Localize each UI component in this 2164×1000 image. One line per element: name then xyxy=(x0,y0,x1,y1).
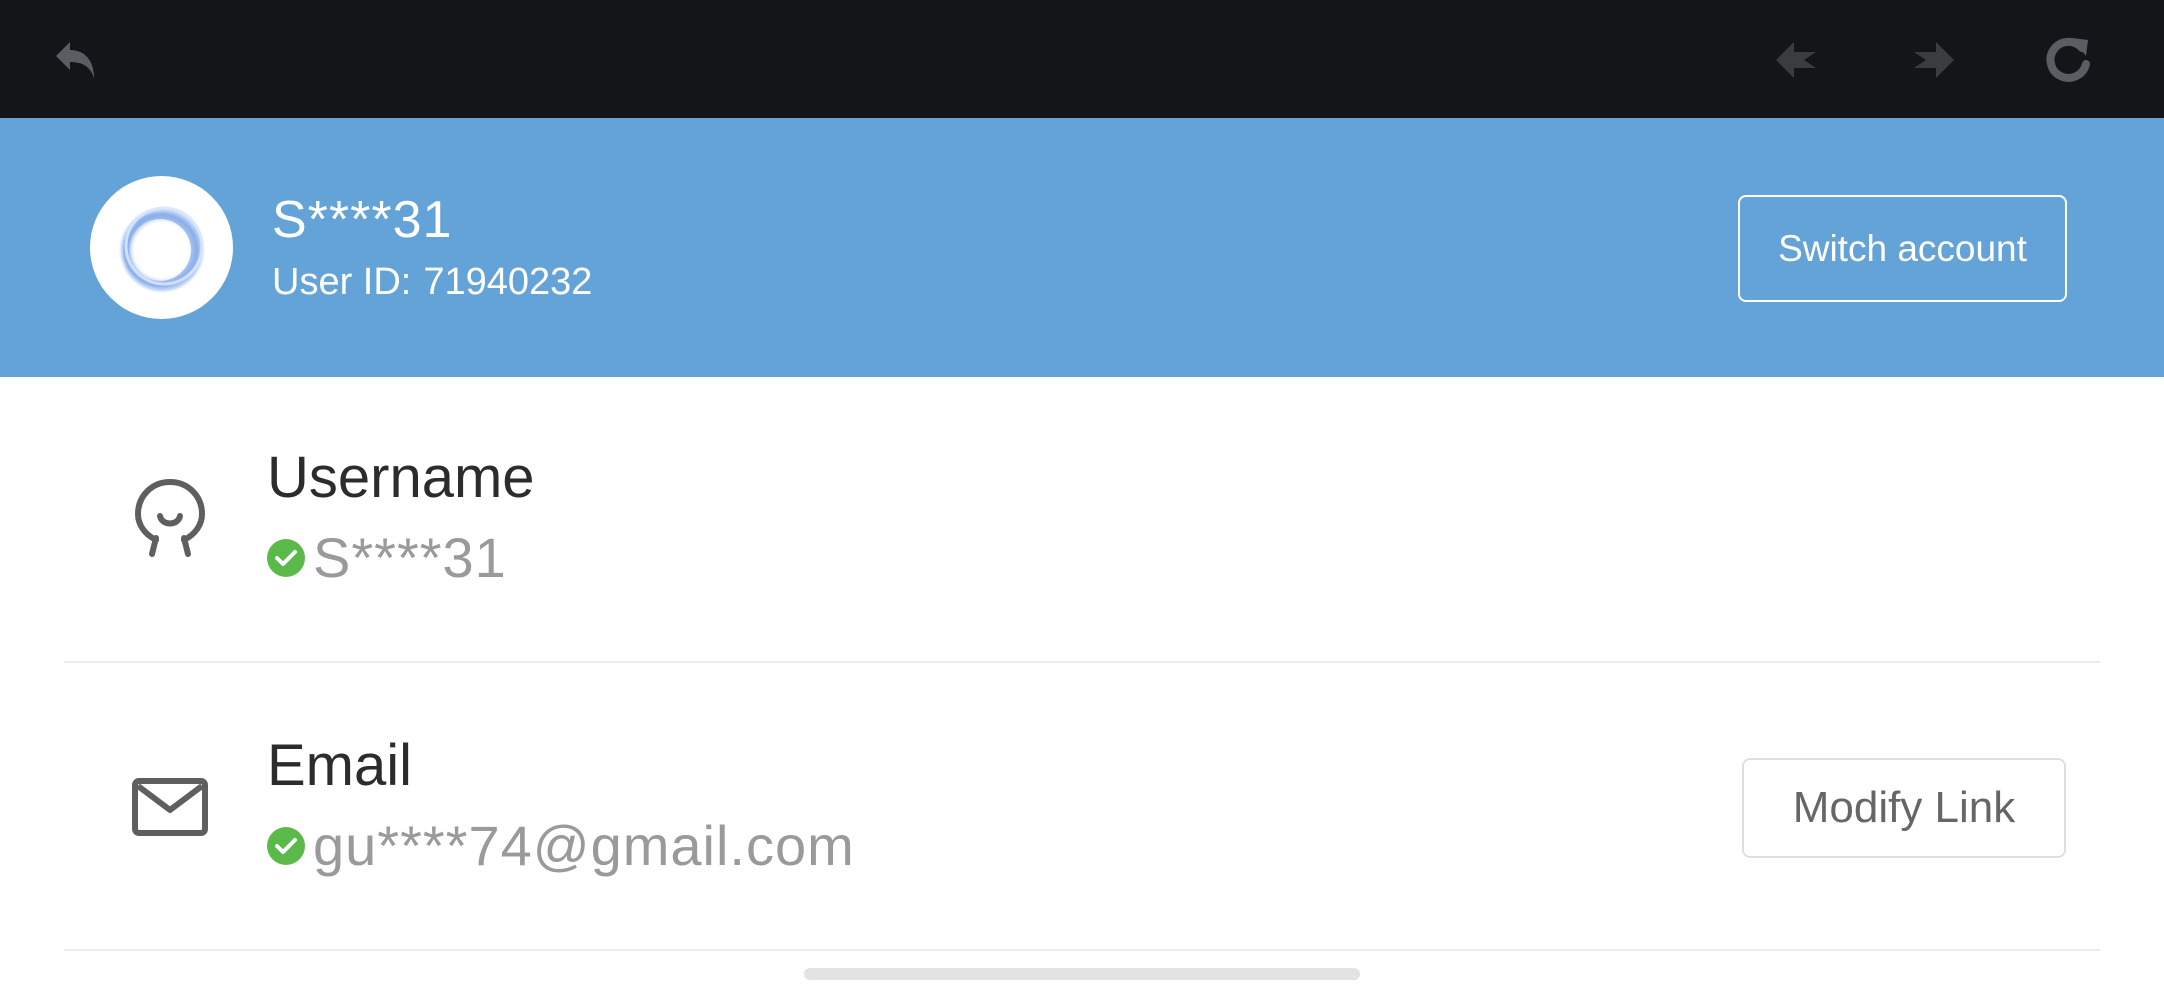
username-title: Username xyxy=(267,445,535,510)
envelope-icon xyxy=(132,778,208,836)
email-value-line: gu****74@gmail.com xyxy=(267,813,855,878)
avatar xyxy=(90,176,233,319)
email-icon-wrap xyxy=(120,757,220,857)
next-button[interactable] xyxy=(1900,28,1964,92)
back-icon xyxy=(56,42,94,78)
account-header: S****31 User ID: 71940232 Switch account xyxy=(0,118,2164,377)
avatar-ring-logo xyxy=(117,205,206,294)
back-button[interactable] xyxy=(44,28,108,92)
previous-icon xyxy=(1776,42,1816,78)
modify-link-button[interactable]: Modify Link xyxy=(1742,758,2066,858)
username-row: Username S****31 xyxy=(64,377,2100,663)
user-id-label: User ID: xyxy=(272,261,412,303)
reload-icon xyxy=(2046,37,2090,82)
switch-account-button[interactable]: Switch account xyxy=(1738,195,2067,302)
browser-toolbar xyxy=(0,0,2164,118)
username-value: S****31 xyxy=(313,526,507,589)
email-title: Email xyxy=(267,733,413,798)
user-id-value: 71940232 xyxy=(423,261,593,303)
next-icon xyxy=(1914,42,1954,78)
home-indicator xyxy=(804,968,1360,980)
email-value: gu****74@gmail.com xyxy=(313,814,855,877)
verified-check-icon xyxy=(267,826,305,865)
account-display-name: S****31 xyxy=(272,191,453,249)
username-icon-wrap xyxy=(120,469,220,569)
user-icon xyxy=(134,478,206,557)
verified-check-icon xyxy=(267,538,305,577)
user-id-line: User ID: 71940232 xyxy=(272,261,592,304)
reload-button[interactable] xyxy=(2036,28,2100,92)
username-value-line: S****31 xyxy=(267,525,507,590)
email-row: Email gu****74@gmail.com Modify Link xyxy=(64,665,2100,951)
previous-button[interactable] xyxy=(1766,28,1830,92)
